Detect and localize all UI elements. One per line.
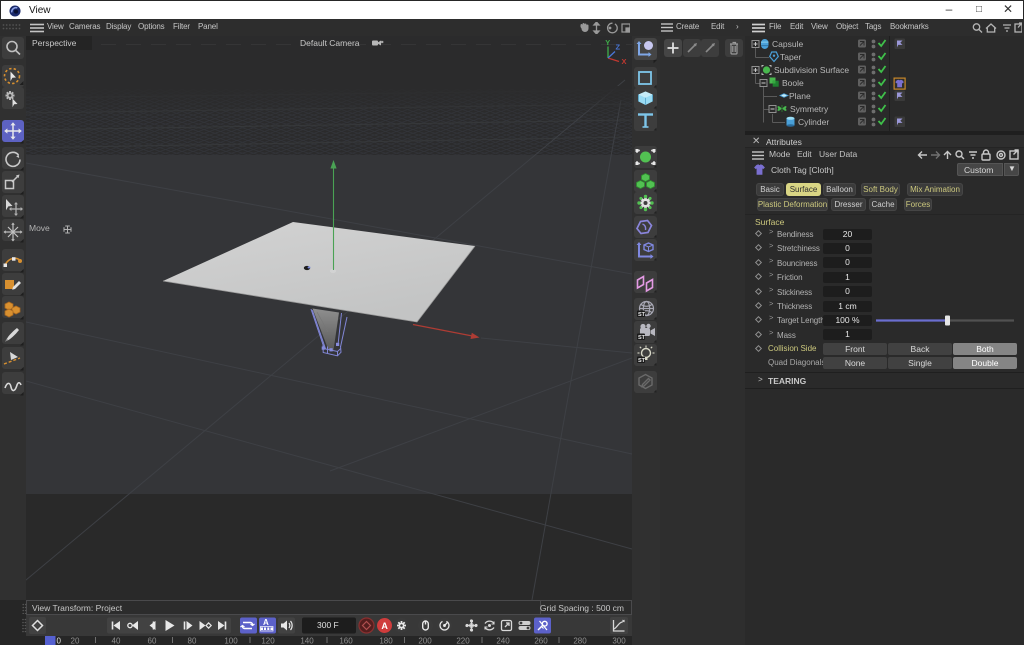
svg-text:120: 120 [261, 637, 275, 645]
svg-text:140: 140 [300, 637, 314, 645]
svg-text:Perspective: Perspective [32, 38, 77, 48]
svg-text:Symmetry: Symmetry [790, 104, 829, 114]
svg-text:ST: ST [638, 358, 646, 364]
svg-text:240: 240 [496, 637, 510, 645]
svg-text:Boole: Boole [782, 78, 804, 88]
svg-text:20: 20 [71, 637, 80, 645]
svg-text:160: 160 [339, 637, 353, 645]
svg-text:A: A [263, 618, 269, 627]
svg-text:Plane: Plane [789, 91, 811, 101]
svg-text:40: 40 [112, 637, 121, 645]
svg-text:A: A [381, 621, 388, 631]
svg-text:100: 100 [224, 637, 238, 645]
svg-text:260: 260 [534, 637, 548, 645]
svg-text:Y: Y [605, 38, 610, 47]
svg-text:ST: ST [638, 312, 646, 318]
svg-text:0: 0 [57, 637, 62, 645]
svg-text:300 F: 300 F [317, 620, 339, 630]
svg-text:Z: Z [616, 43, 621, 52]
svg-text:X: X [622, 57, 627, 66]
svg-text:Default Camera: Default Camera [300, 38, 360, 48]
svg-text:Move: Move [29, 223, 50, 233]
svg-text:180: 180 [379, 637, 393, 645]
svg-text:Capsule: Capsule [772, 39, 803, 49]
svg-text:80: 80 [188, 637, 197, 645]
svg-text:Cylinder: Cylinder [798, 117, 829, 127]
svg-text:60: 60 [148, 637, 157, 645]
svg-text:Subdivision Surface: Subdivision Surface [774, 65, 849, 75]
svg-text:Taper: Taper [780, 52, 801, 62]
svg-text:ST: ST [638, 335, 646, 341]
svg-text:200: 200 [418, 637, 432, 645]
svg-text:280: 280 [573, 637, 587, 645]
svg-text:300: 300 [612, 637, 626, 645]
svg-text:220: 220 [456, 637, 470, 645]
